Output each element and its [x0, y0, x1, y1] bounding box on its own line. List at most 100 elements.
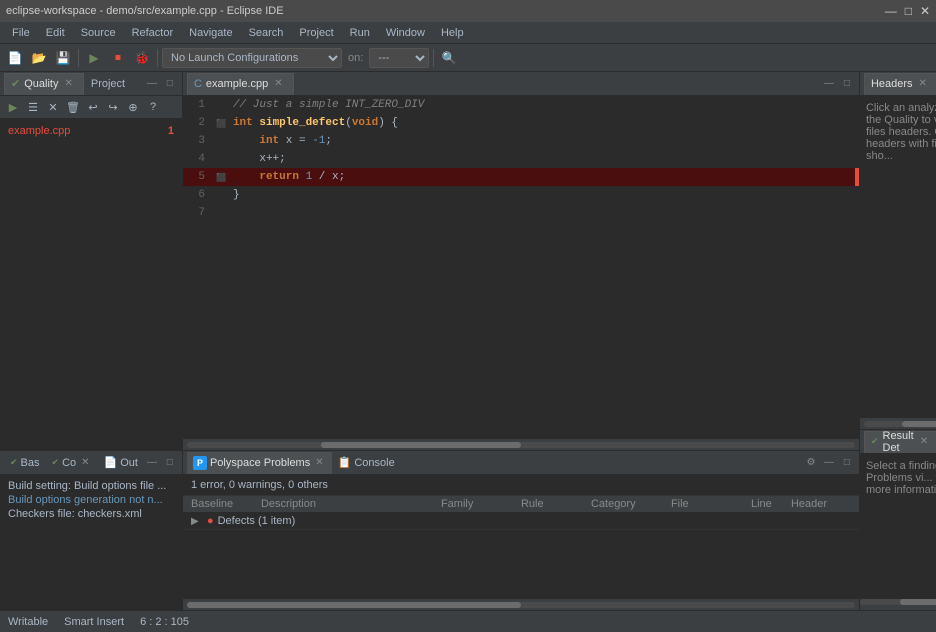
tab-polyspace-problems[interactable]: P Polyspace Problems ✕ [187, 452, 332, 474]
right-headers-hscroll[interactable] [860, 417, 936, 429]
tab-headers[interactable]: Headers ✕ [864, 73, 936, 95]
open-btn[interactable]: 📂 [28, 47, 50, 69]
headers-panel: Headers ✕ ? — □ Click an analyzed file i… [860, 72, 936, 430]
headers-tab-close[interactable]: ✕ [917, 78, 929, 89]
co-tab-close[interactable]: ✕ [79, 457, 91, 468]
q-list-btn[interactable]: ☰ [24, 98, 42, 116]
tab-quality[interactable]: ✔ Quality ✕ [4, 73, 84, 95]
code-row-7: 7 [183, 204, 859, 222]
tab-project[interactable]: Project [84, 73, 134, 95]
line-code-2: int simple_defect(void) { [229, 114, 859, 132]
problems-hscroll[interactable] [183, 598, 859, 610]
result-content: Select a finding in the Problems vi... t… [860, 454, 936, 598]
line-num-7: 7 [183, 204, 213, 222]
expand-icon-0[interactable]: ▶ [191, 516, 207, 527]
toolbar: 📄 📂 💾 ▶ ⏹ 🐞 No Launch Configurations on:… [0, 44, 936, 72]
editor-hscroll[interactable] [183, 438, 859, 450]
tab-out[interactable]: 📄 Out [98, 452, 144, 474]
error-icon-2: ⬛ [216, 119, 226, 128]
on-label: on: [344, 52, 367, 64]
defect-label: Defects (1 item) [218, 515, 296, 527]
menu-item-file[interactable]: File [4, 25, 38, 41]
tab-result-det[interactable]: ✔ Result Det ✕ [864, 431, 936, 453]
problems-hscroll-track [187, 602, 855, 608]
line-code-7 [229, 204, 859, 222]
right-hscroll-thumb[interactable] [902, 421, 936, 427]
q-run-btn[interactable]: ▶ [4, 98, 22, 116]
file-entry-0[interactable]: example.cpp 1 [4, 123, 178, 139]
menu-item-navigate[interactable]: Navigate [181, 25, 240, 41]
debug-btn[interactable]: 🐞 [131, 47, 153, 69]
line-code-1: // Just a simple INT_ZERO_DIV [229, 96, 859, 114]
result-hscroll-track [860, 599, 936, 605]
problems-rows: ▶ ● Defects (1 item) [183, 513, 859, 598]
code-row-2: 2 ⬛ int simple_defect(void) { [183, 114, 859, 132]
be-filter-btn[interactable]: ⚙ [803, 455, 819, 471]
quality-tab-close[interactable]: ✕ [62, 78, 74, 89]
line-code-4: x++; [229, 150, 859, 168]
menu-item-project[interactable]: Project [291, 25, 341, 41]
right-panel: Headers ✕ ? — □ Click an analyzed file i… [860, 72, 936, 610]
menu-item-edit[interactable]: Edit [38, 25, 73, 41]
maximize-panel-btn[interactable]: □ [162, 76, 178, 92]
launch-config-combo[interactable]: No Launch Configurations [162, 48, 342, 68]
tab-co[interactable]: ✔ Co ✕ [46, 452, 98, 474]
stop-btn[interactable]: ⏹ [107, 47, 129, 69]
tab-example-cpp[interactable]: C example.cpp ✕ [187, 73, 294, 95]
q-delete-btn[interactable]: 🗑 [64, 98, 82, 116]
minimize-btn[interactable]: — [885, 4, 897, 18]
hscroll-thumb[interactable] [321, 442, 521, 448]
menu-item-refactor[interactable]: Refactor [124, 25, 182, 41]
search-btn[interactable]: 🔍 [438, 47, 460, 69]
menu-item-run[interactable]: Run [342, 25, 378, 41]
problems-hscroll-thumb[interactable] [187, 602, 521, 608]
file-name-0: example.cpp [8, 125, 70, 137]
col-baseline: Baseline [191, 498, 261, 510]
problem-row-0[interactable]: ▶ ● Defects (1 item) [183, 513, 859, 530]
tab-console[interactable]: 📋 Console [332, 452, 401, 474]
line-num-2: 2 [183, 114, 213, 132]
menu-item-search[interactable]: Search [241, 25, 292, 41]
tab-bas[interactable]: ✔ Bas [4, 452, 46, 474]
error-icon-5: ⬛ [216, 173, 226, 182]
quality-file-list: example.cpp 1 [0, 119, 182, 450]
be-min-btn[interactable]: — [821, 455, 837, 471]
build-line-1[interactable]: Build options generation not n... [8, 493, 174, 507]
q-refresh-btn[interactable]: ↩ [84, 98, 102, 116]
headers-text: Click an analyzed file in the Quality to… [866, 102, 936, 162]
q-add-btn[interactable]: ⊕ [124, 98, 142, 116]
line-marker-2: ⬛ [213, 114, 229, 132]
q-help-btn[interactable]: ? [144, 98, 162, 116]
maximize-btn[interactable]: □ [905, 4, 912, 18]
close-btn[interactable]: ✕ [920, 4, 930, 18]
bl-max-btn[interactable]: □ [162, 455, 178, 471]
be-max-btn[interactable]: □ [839, 455, 855, 471]
q-clear-btn[interactable]: ✕ [44, 98, 62, 116]
menu-item-source[interactable]: Source [73, 25, 124, 41]
run-btn[interactable]: ▶ [83, 47, 105, 69]
result-hscroll-thumb[interactable] [900, 599, 936, 605]
editor-tab-close[interactable]: ✕ [272, 78, 284, 89]
new-btn[interactable]: 📄 [4, 47, 26, 69]
save-btn[interactable]: 💾 [52, 47, 74, 69]
editor-max-btn[interactable]: □ [839, 76, 855, 92]
code-editor[interactable]: 1 // Just a simple INT_ZERO_DIV 2 ⬛ int … [183, 96, 859, 438]
headers-content: Click an analyzed file in the Quality to… [860, 96, 936, 417]
bl-min-btn[interactable]: — [144, 455, 160, 471]
result-tab-close[interactable]: ✕ [918, 436, 930, 447]
on-combo[interactable]: --- [369, 48, 429, 68]
line-marker-6 [213, 186, 229, 204]
col-header: Header [791, 498, 851, 510]
line-marker-1 [213, 96, 229, 114]
minimize-panel-btn[interactable]: — [144, 76, 160, 92]
editor-min-btn[interactable]: — [821, 76, 837, 92]
problems-tab-close[interactable]: ✕ [313, 457, 325, 468]
menu-item-help[interactable]: Help [433, 25, 472, 41]
result-text: Select a finding in the Problems vi... t… [866, 460, 936, 496]
headers-tab-bar: Headers ✕ ? — □ [860, 72, 936, 96]
q-refresh2-btn[interactable]: ↪ [104, 98, 122, 116]
menu-item-window[interactable]: Window [378, 25, 433, 41]
problems-table-header: Baseline Description Family Rule Categor… [183, 496, 859, 513]
editor-tab-bar: C example.cpp ✕ — □ [183, 72, 859, 96]
result-hscroll[interactable] [860, 598, 936, 610]
